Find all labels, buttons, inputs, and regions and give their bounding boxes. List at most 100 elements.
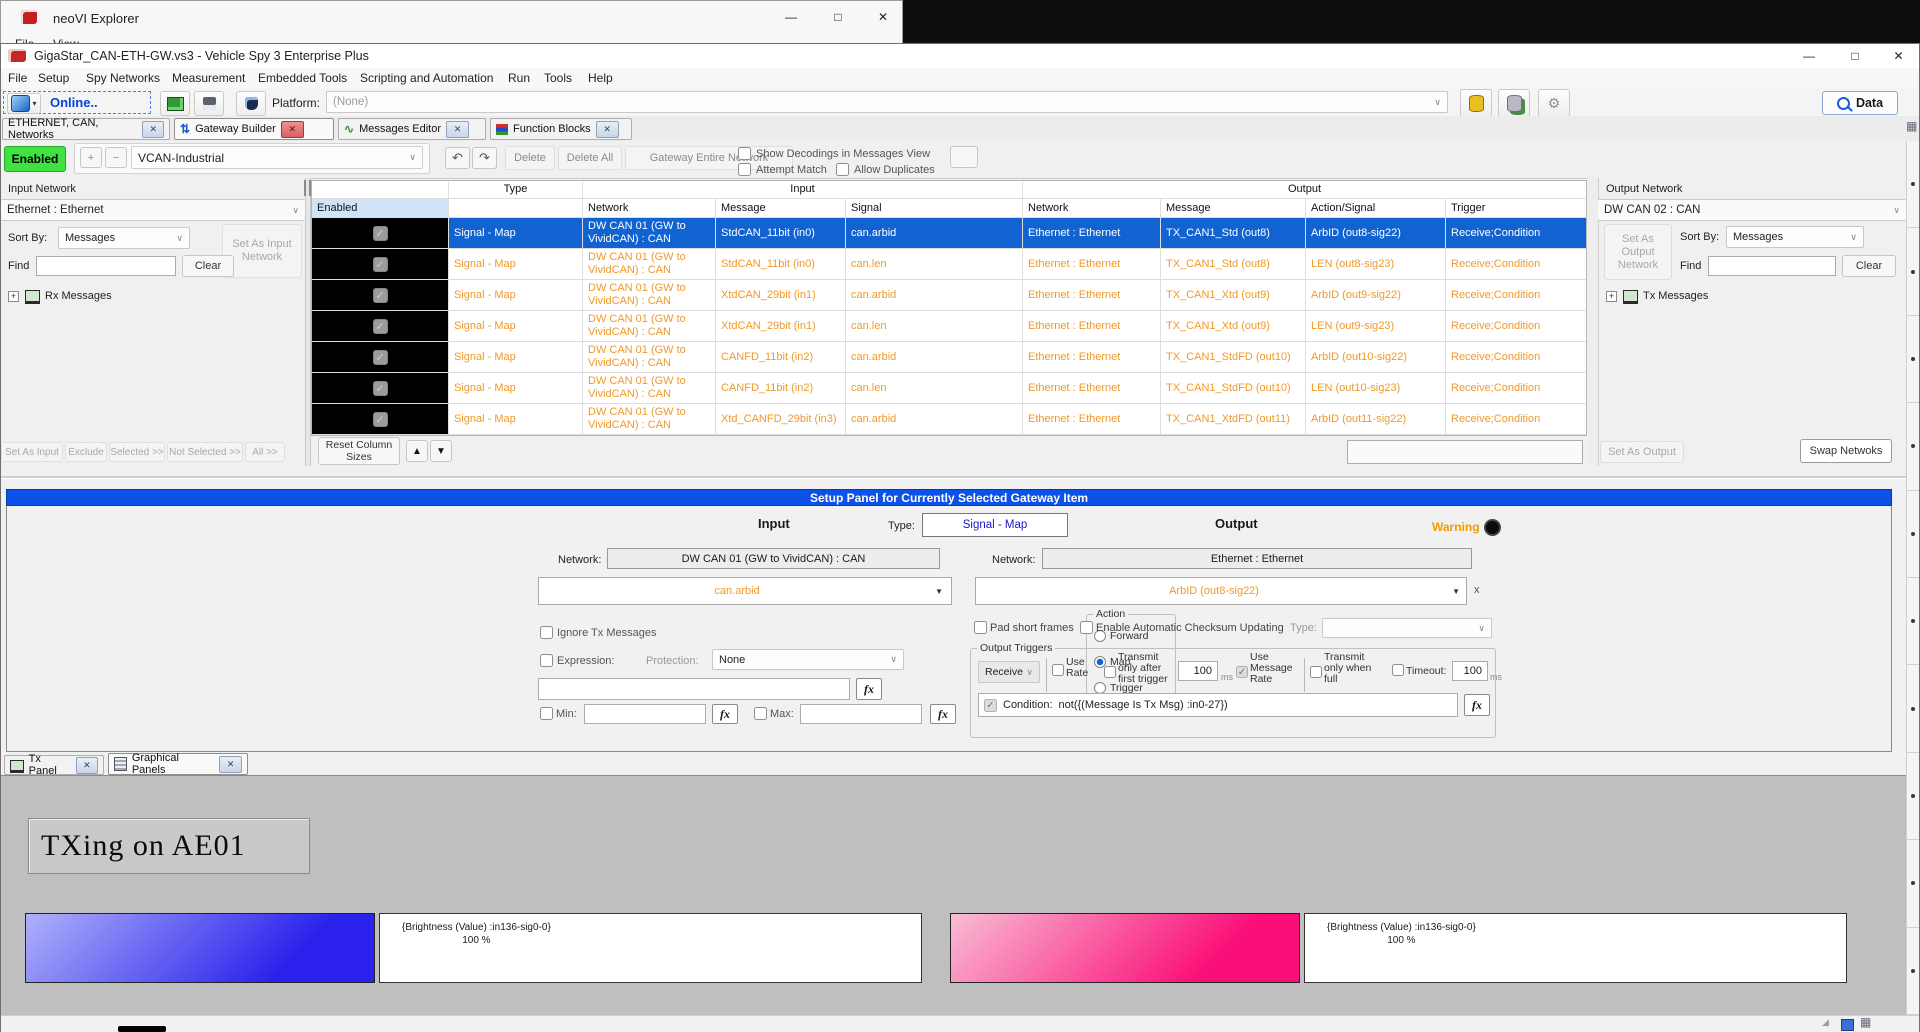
not-selected-button[interactable]: Not Selected >> — [167, 442, 243, 462]
platform-select[interactable]: (None) ∨ — [326, 91, 1448, 113]
set-as-input-network-button[interactable]: Set As Input Network — [222, 224, 302, 278]
cell-type[interactable]: Signal - Map — [449, 404, 583, 435]
row-enabled-checkbox[interactable]: ✓ — [373, 226, 388, 241]
cell-oas[interactable]: ArbID (out9-sig22) — [1306, 280, 1446, 311]
cell-type[interactable]: Signal - Map — [449, 311, 583, 342]
output-type-select[interactable]: ∨ — [1322, 618, 1492, 638]
max-checkbox[interactable] — [754, 707, 767, 720]
tab-function-blocks[interactable]: Function Blocks ✕ — [490, 118, 632, 140]
neovi-maximize-button[interactable]: □ — [816, 3, 860, 31]
input-network-select[interactable]: Ethernet : Ethernet ∨ — [1, 199, 305, 221]
tab-close-icon[interactable]: ✕ — [219, 756, 242, 773]
online-play-button[interactable]: ▾ — [7, 93, 41, 114]
dock-segment[interactable] — [1907, 578, 1919, 665]
delete-all-button[interactable]: Delete All — [558, 146, 622, 170]
cell-oas[interactable]: LEN (out8-sig23) — [1306, 249, 1446, 280]
input-find-input[interactable] — [36, 256, 176, 276]
condition-checkbox[interactable]: ✓ — [984, 699, 997, 712]
enabled-cell[interactable]: ✓ — [312, 404, 449, 435]
cell-trg[interactable]: Receive;Condition — [1446, 311, 1586, 342]
cell-ins[interactable]: can.len — [846, 311, 1023, 342]
set-as-output-network-button[interactable]: Set As Output Network — [1604, 224, 1672, 280]
menu-scripting-automation[interactable]: Scripting and Automation — [360, 71, 493, 85]
attempt-match-checkbox[interactable] — [738, 163, 751, 176]
tab-tx-panel[interactable]: Tx Panel ✕ — [4, 755, 104, 775]
col-action-signal[interactable]: Action/Signal — [1306, 199, 1446, 218]
cell-ins[interactable]: can.len — [846, 249, 1023, 280]
swap-networks-button[interactable]: Swap Netwoks — [1800, 439, 1892, 463]
cell-inn[interactable]: DW CAN 01 (GW to VividCAN) : CAN — [583, 249, 716, 280]
divider-groove[interactable] — [1, 476, 1906, 479]
tab-messages-editor[interactable]: ∿ Messages Editor ✕ — [338, 118, 486, 140]
use-rate-checkbox[interactable] — [1052, 664, 1064, 676]
dock-segment[interactable] — [1907, 403, 1919, 490]
show-decodings-checkbox[interactable] — [738, 147, 751, 160]
cell-inm[interactable]: StdCAN_11bit (in0) — [716, 218, 846, 249]
output-sort-select[interactable]: Messages ∨ — [1726, 226, 1864, 248]
cell-oas[interactable]: ArbID (out10-sig22) — [1306, 342, 1446, 373]
dock-segment[interactable] — [1907, 840, 1919, 927]
tab-gateway-builder[interactable]: ⇅ Gateway Builder ✕ — [174, 118, 334, 140]
enabled-cell[interactable]: ✓ — [312, 311, 449, 342]
row-enabled-checkbox[interactable]: ✓ — [373, 350, 388, 365]
save-button[interactable] — [194, 91, 224, 116]
cell-ins[interactable]: can.arbid — [846, 342, 1023, 373]
row-enabled-checkbox[interactable]: ✓ — [373, 288, 388, 303]
col-in-network[interactable]: Network — [583, 199, 716, 218]
dropdown-arrow-icon[interactable]: ▼ — [935, 587, 951, 596]
expression-fx-button[interactable]: fx — [856, 678, 882, 700]
col-out-network[interactable]: Network — [1023, 199, 1161, 218]
setup-type-value[interactable]: Signal - Map — [922, 513, 1068, 537]
output-network-select[interactable]: DW CAN 02 : CAN ∨ — [1598, 199, 1906, 221]
cell-onm[interactable]: TX_CAN1_Xtd (out9) — [1161, 280, 1306, 311]
database-button[interactable] — [1460, 89, 1492, 117]
status-window-icon[interactable] — [1841, 1019, 1854, 1031]
tab-close-icon[interactable]: ✕ — [281, 121, 304, 138]
row-enabled-checkbox[interactable]: ✓ — [373, 412, 388, 427]
enabled-cell[interactable]: ✓ — [312, 373, 449, 404]
right-splitter[interactable] — [1588, 178, 1598, 466]
cell-inn[interactable]: DW CAN 01 (GW to VividCAN) : CAN — [583, 404, 716, 435]
brightness-gradient-blue[interactable] — [25, 913, 375, 983]
cell-trg[interactable]: Receive;Condition — [1446, 373, 1586, 404]
vspy-maximize-button[interactable]: □ — [1832, 44, 1878, 68]
menu-help[interactable]: Help — [588, 71, 613, 85]
cell-ins[interactable]: can.arbid — [846, 280, 1023, 311]
table-row[interactable]: ✓Signal - MapDW CAN 01 (GW to VividCAN) … — [312, 373, 1586, 404]
col-trigger[interactable]: Trigger — [1446, 199, 1586, 218]
protection-select[interactable]: None ∨ — [712, 649, 904, 670]
dock-segment[interactable] — [1907, 753, 1919, 840]
tx-messages-tree-item[interactable]: Tx Messages — [1643, 290, 1708, 302]
table-row[interactable]: ✓Signal - MapDW CAN 01 (GW to VividCAN) … — [312, 218, 1586, 249]
dropdown-arrow-icon[interactable]: ▼ — [1452, 587, 1466, 596]
cell-onn[interactable]: Ethernet : Ethernet — [1023, 404, 1161, 435]
cell-onn[interactable]: Ethernet : Ethernet — [1023, 218, 1161, 249]
row-enabled-checkbox[interactable]: ✓ — [373, 257, 388, 272]
undo-button[interactable]: ↶ — [445, 147, 470, 169]
col-in-message[interactable]: Message — [716, 199, 846, 218]
status-grid-icon[interactable]: ▦ — [1860, 1015, 1871, 1029]
table-row[interactable]: ✓Signal - MapDW CAN 01 (GW to VividCAN) … — [312, 342, 1586, 373]
menu-tools[interactable]: Tools — [544, 71, 572, 85]
remove-network-button[interactable]: − — [105, 147, 127, 168]
max-fx-button[interactable]: fx — [930, 704, 956, 724]
cell-ins[interactable]: can.arbid — [846, 218, 1023, 249]
redo-button[interactable]: ↷ — [472, 147, 497, 169]
tx-tree-expand-icon[interactable]: + — [1606, 291, 1617, 302]
cell-onm[interactable]: TX_CAN1_StdFD (out10) — [1161, 373, 1306, 404]
checksum-checkbox[interactable] — [1080, 621, 1093, 634]
rx-tree-expand-icon[interactable]: + — [8, 291, 19, 302]
enabled-cell[interactable]: ✓ — [312, 280, 449, 311]
tab-close-icon[interactable]: ✕ — [76, 757, 98, 774]
spy-setup-button[interactable] — [236, 91, 266, 116]
enabled-cell[interactable]: ✓ — [312, 218, 449, 249]
cell-inn[interactable]: DW CAN 01 (GW to VividCAN) : CAN — [583, 373, 716, 404]
exclude-button[interactable]: Exclude — [65, 442, 107, 462]
col-type[interactable] — [449, 199, 583, 218]
cell-onm[interactable]: TX_CAN1_Std (out8) — [1161, 218, 1306, 249]
add-network-button[interactable]: + — [80, 147, 102, 168]
menu-spy-networks[interactable]: Spy Networks — [86, 71, 160, 85]
timeout-input[interactable]: 100 — [1452, 661, 1488, 681]
col-enabled[interactable]: Enabled — [312, 199, 449, 218]
database-hardware-button[interactable] — [1498, 89, 1530, 117]
